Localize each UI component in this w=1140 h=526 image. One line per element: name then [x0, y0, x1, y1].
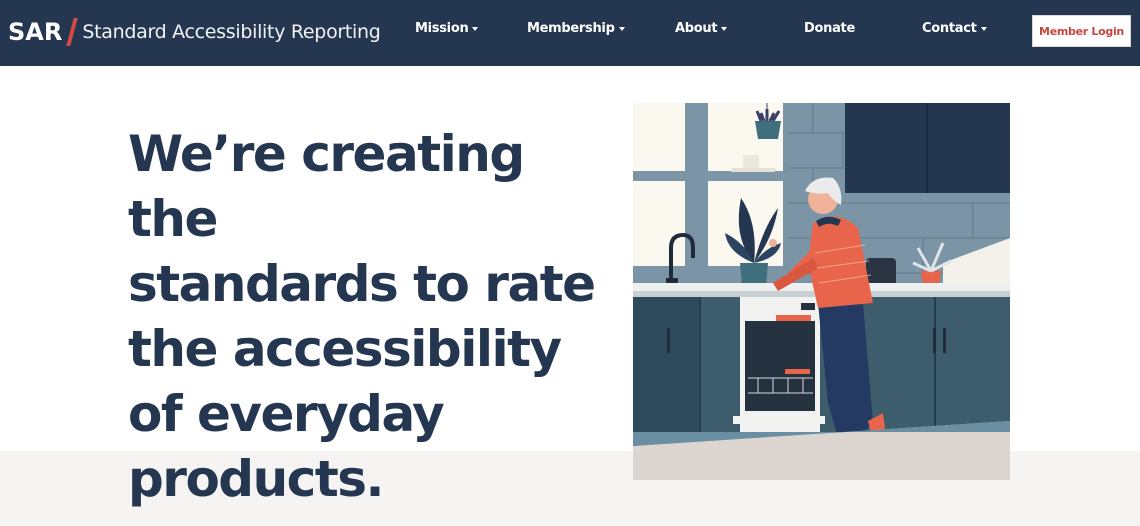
navbar: SAR Standard Accessibility Reporting Mis… [0, 0, 1140, 66]
caret-down-icon [472, 27, 479, 31]
headline-line: of everyday [128, 385, 445, 443]
caret-down-icon [980, 27, 987, 31]
headline-line: standards to rate [128, 255, 596, 313]
nav-item-label: Membership [527, 21, 615, 36]
member-login-button[interactable]: Member Login [1032, 15, 1131, 47]
hero-headline: We’re creating the standards to rate the… [128, 122, 608, 512]
nav-item-label: Mission [415, 21, 469, 36]
nav-item-donate[interactable]: Donate [804, 21, 855, 36]
caret-down-icon [721, 27, 728, 31]
headline-line: products. [128, 450, 384, 508]
nav-item-membership[interactable]: Membership [527, 21, 625, 36]
nav-item-mission[interactable]: Mission [415, 21, 479, 36]
nav-item-contact[interactable]: Contact [922, 21, 987, 36]
nav-item-about[interactable]: About [675, 21, 728, 36]
brand-slash-icon [66, 18, 79, 46]
brand-logo[interactable]: SAR Standard Accessibility Reporting [8, 14, 381, 50]
brand-abbreviation: SAR [8, 18, 63, 46]
headline-line: We’re creating the [128, 125, 525, 248]
nav-item-label: Donate [804, 21, 855, 36]
nav-item-label: Contact [922, 21, 977, 36]
hero-illustration [633, 103, 1010, 480]
brand-name: Standard Accessibility Reporting [82, 21, 381, 43]
nav-item-label: About [675, 21, 718, 36]
headline-line: the accessibility [128, 320, 562, 378]
caret-down-icon [618, 27, 625, 31]
